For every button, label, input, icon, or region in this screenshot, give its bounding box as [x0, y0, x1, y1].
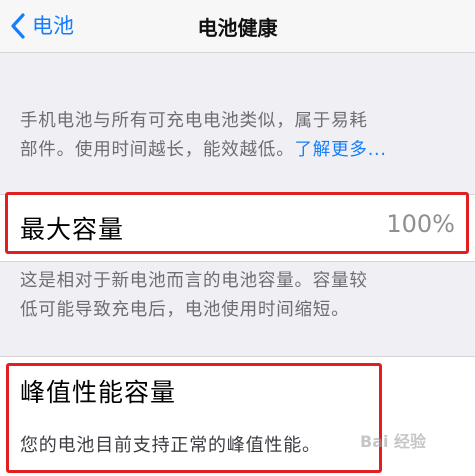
battery-info-text: 手机电池与所有可充电电池类似，属于易耗 部件。使用时间越长，能效越低。了解更多.… [20, 107, 460, 165]
battery-info-line1: 手机电池与所有可充电电池类似，属于易耗 [20, 111, 368, 131]
max-capacity-description: 这是相对于新电池而言的电池容量。容量较 低可能导致充电后，电池使用时间缩短。 [20, 267, 460, 325]
navigation-bar: 电池 电池健康 [0, 0, 475, 53]
battery-info-line2-text: 部件。使用时间越长，能效越低。 [20, 140, 295, 160]
learn-more-link[interactable]: 了解更多... [295, 140, 387, 160]
battery-info-line2: 部件。使用时间越长，能效越低。了解更多... [20, 136, 460, 165]
highlight-box-max-capacity [5, 192, 469, 254]
page-title: 电池健康 [197, 15, 278, 40]
max-capacity-desc-line2: 低可能导致充电后，电池使用时间缩短。 [20, 300, 350, 320]
highlight-box-peak-performance [6, 363, 382, 473]
watermark: Bai 经验 [360, 432, 427, 451]
max-capacity-desc-line1: 这是相对于新电池而言的电池容量。容量较 [20, 271, 368, 291]
